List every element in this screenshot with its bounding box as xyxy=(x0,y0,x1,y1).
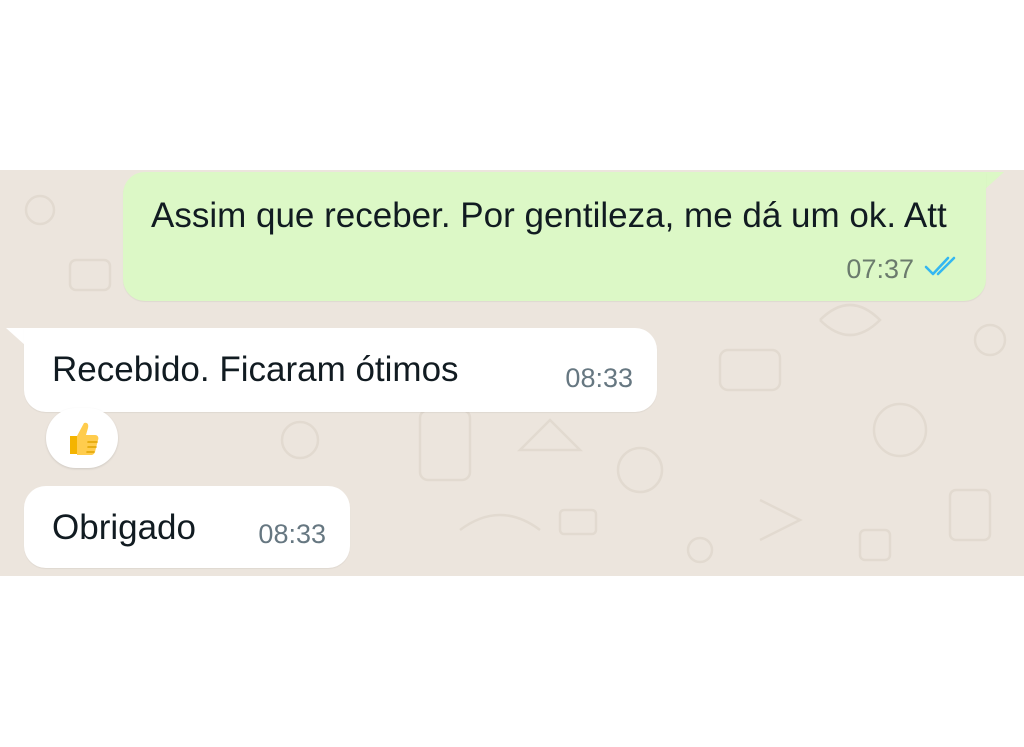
chat-area: Assim que receber. Por gentileza, me dá … xyxy=(0,170,1024,576)
message-reaction[interactable] xyxy=(46,408,118,468)
message-text: Obrigado xyxy=(52,508,196,547)
incoming-message[interactable]: Recebido. Ficaram ótimos 08:33 xyxy=(24,328,657,412)
message-time: 07:37 xyxy=(846,254,914,284)
message-text: Assim que receber. Por gentileza, me dá … xyxy=(151,196,947,235)
thumbs-up-icon xyxy=(70,422,99,455)
message-meta: 07:37 xyxy=(846,245,964,293)
incoming-message[interactable]: Obrigado 08:33 xyxy=(24,486,350,568)
message-time: 08:33 xyxy=(565,363,633,393)
outgoing-message[interactable]: Assim que receber. Por gentileza, me dá … xyxy=(123,172,986,301)
double-check-read-icon xyxy=(924,245,964,293)
incoming-bubble-tail xyxy=(6,328,26,346)
message-time: 08:33 xyxy=(258,519,326,549)
message-text: Recebido. Ficaram ótimos xyxy=(52,350,459,389)
outgoing-bubble-tail xyxy=(984,172,1004,190)
